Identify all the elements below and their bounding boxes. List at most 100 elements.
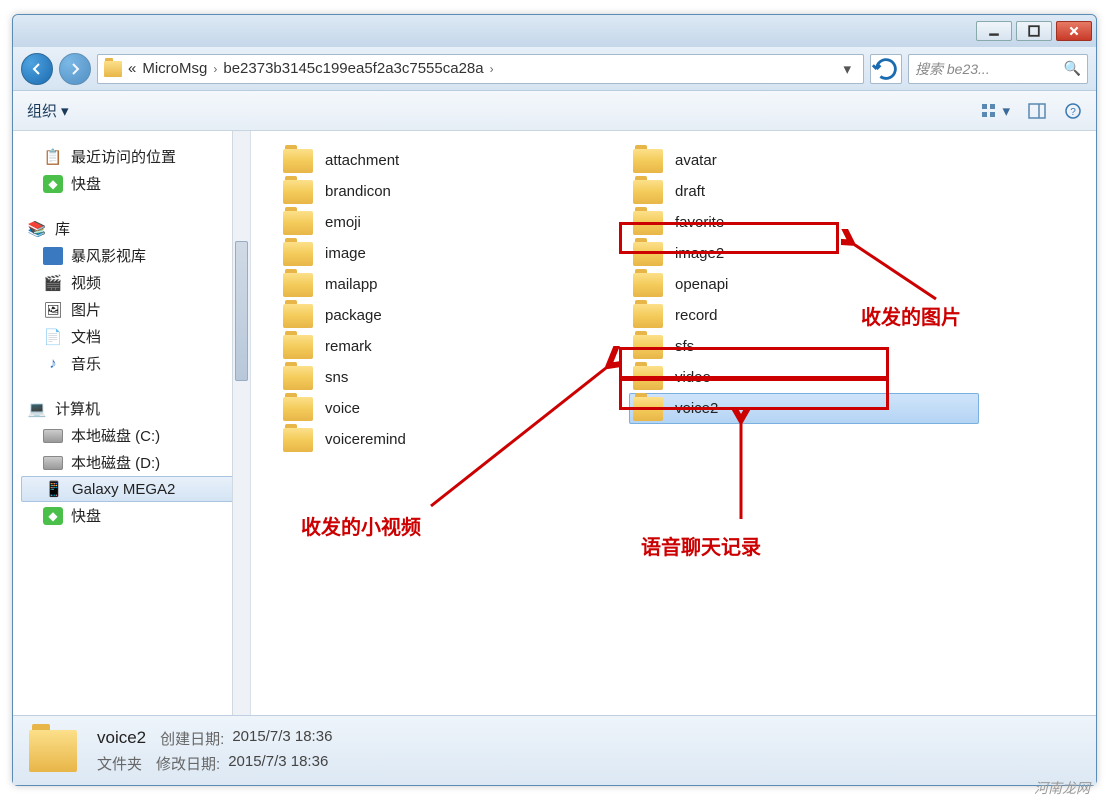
folder-label: sns <box>325 369 348 386</box>
music-icon: ♪ <box>43 355 63 373</box>
folder-voiceremind[interactable]: voiceremind <box>279 424 629 455</box>
sidebar-kuaipan-2[interactable]: ◆快盘 <box>21 502 250 529</box>
folder-label: mailapp <box>325 276 378 293</box>
folder-label: package <box>325 307 382 324</box>
sidebar-music[interactable]: ♪音乐 <box>21 350 250 377</box>
chevron-down-icon: ▾ <box>61 102 69 120</box>
folder-label: attachment <box>325 152 399 169</box>
sidebar-disk-c[interactable]: 本地磁盘 (C:) <box>21 422 250 449</box>
folder-image[interactable]: image <box>279 238 629 269</box>
kuaipan-icon: ◆ <box>43 175 63 193</box>
folder-icon <box>283 149 313 173</box>
folder-icon <box>633 397 663 421</box>
folder-video[interactable]: video <box>629 362 979 393</box>
help-button[interactable]: ? <box>1064 102 1082 120</box>
status-bar: voice2 创建日期: 2015/7/3 18:36 文件夹 修改日期: 20… <box>13 715 1096 785</box>
file-list: attachment brandicon emoji image mailapp pack… <box>251 131 1096 715</box>
folder-icon <box>283 366 313 390</box>
folder-icon <box>283 211 313 235</box>
folder-label: brandicon <box>325 183 391 200</box>
watermark: 河南龙网 <box>1034 778 1090 798</box>
folder-label: openapi <box>675 276 728 293</box>
disk-icon <box>43 429 63 443</box>
folder-label: remark <box>325 338 372 355</box>
status-modified-value: 2015/7/3 18:36 <box>228 753 328 774</box>
svg-text:?: ? <box>1070 107 1076 118</box>
folder-brandicon[interactable]: brandicon <box>279 176 629 207</box>
nav-forward-button[interactable] <box>59 53 91 85</box>
body: 📋最近访问的位置 ◆快盘 📚库 暴风影视库 🎬视频 🖼图片 📄文档 ♪音乐 💻计… <box>13 131 1096 715</box>
address-bar: « MicroMsg › be2373b3145c199ea5f2a3c7555… <box>13 47 1096 91</box>
organize-menu[interactable]: 组织 ▾ <box>27 100 69 121</box>
folder-voice2[interactable]: voice2 <box>629 393 979 424</box>
sidebar-videos[interactable]: 🎬视频 <box>21 269 250 296</box>
documents-icon: 📄 <box>43 328 63 346</box>
bc-part1[interactable]: MicroMsg <box>142 60 207 77</box>
sidebar-scrollbar[interactable] <box>232 131 250 715</box>
search-placeholder: 搜索 be23... <box>915 59 990 79</box>
folder-icon <box>633 335 663 359</box>
folder-favorite[interactable]: favorite <box>629 207 979 238</box>
sidebar-recent-places[interactable]: 📋最近访问的位置 <box>21 143 250 170</box>
navigation-pane: 📋最近访问的位置 ◆快盘 📚库 暴风影视库 🎬视频 🖼图片 📄文档 ♪音乐 💻计… <box>13 131 251 715</box>
sidebar-disk-d[interactable]: 本地磁盘 (D:) <box>21 449 250 476</box>
breadcrumb[interactable]: « MicroMsg › be2373b3145c199ea5f2a3c7555… <box>97 54 864 84</box>
address-dropdown[interactable]: ▾ <box>837 60 857 78</box>
folder-icon <box>104 61 122 77</box>
video-icon: 🎬 <box>43 274 63 292</box>
folder-mailapp[interactable]: mailapp <box>279 269 629 300</box>
recent-icon: 📋 <box>43 148 63 166</box>
folder-package[interactable]: package <box>279 300 629 331</box>
folder-label: favorite <box>675 214 724 231</box>
explorer-window: « MicroMsg › be2373b3145c199ea5f2a3c7555… <box>12 14 1097 786</box>
folder-emoji[interactable]: emoji <box>279 207 629 238</box>
folder-sns[interactable]: sns <box>279 362 629 393</box>
chevron-icon: › <box>490 62 494 76</box>
folder-icon <box>633 304 663 328</box>
device-icon: 📱 <box>44 480 64 498</box>
minimize-button[interactable] <box>976 21 1012 41</box>
folder-icon <box>633 242 663 266</box>
sidebar-documents[interactable]: 📄文档 <box>21 323 250 350</box>
folder-attachment[interactable]: attachment <box>279 145 629 176</box>
sidebar-libraries[interactable]: 📚库 <box>21 215 250 242</box>
disk-icon <box>43 456 63 470</box>
folder-icon <box>283 273 313 297</box>
titlebar <box>13 15 1096 47</box>
bc-part2[interactable]: be2373b3145c199ea5f2a3c7555ca28a <box>223 60 483 77</box>
folder-label: video <box>675 369 711 386</box>
library-icon: 📚 <box>27 220 47 238</box>
folder-openapi[interactable]: openapi <box>629 269 979 300</box>
folder-icon <box>283 242 313 266</box>
folder-remark[interactable]: remark <box>279 331 629 362</box>
folder-draft[interactable]: draft <box>629 176 979 207</box>
folder-icon <box>633 211 663 235</box>
sidebar-computer[interactable]: 💻计算机 <box>21 395 250 422</box>
sidebar-kuaipan[interactable]: ◆快盘 <box>21 170 250 197</box>
folder-label: record <box>675 307 718 324</box>
scrollbar-thumb[interactable] <box>235 241 248 381</box>
view-options-button[interactable]: ▾ <box>980 102 1010 120</box>
folder-record[interactable]: record <box>629 300 979 331</box>
folder-label: draft <box>675 183 705 200</box>
search-icon: 🔍 <box>1064 60 1081 77</box>
chevron-icon: › <box>213 62 217 76</box>
folder-voice[interactable]: voice <box>279 393 629 424</box>
folder-icon <box>283 335 313 359</box>
folder-sfs[interactable]: sfs <box>629 331 979 362</box>
folder-icon <box>283 180 313 204</box>
folder-avatar[interactable]: avatar <box>629 145 979 176</box>
sidebar-galaxy-device[interactable]: 📱Galaxy MEGA2 <box>21 476 250 502</box>
preview-pane-button[interactable] <box>1028 102 1046 120</box>
sidebar-pictures[interactable]: 🖼图片 <box>21 296 250 323</box>
close-button[interactable] <box>1056 21 1092 41</box>
maximize-button[interactable] <box>1016 21 1052 41</box>
organize-label: 组织 <box>27 100 57 121</box>
folder-icon <box>633 149 663 173</box>
nav-back-button[interactable] <box>21 53 53 85</box>
sidebar-baofeng[interactable]: 暴风影视库 <box>21 242 250 269</box>
search-input[interactable]: 搜索 be23... 🔍 <box>908 54 1088 84</box>
folder-label: image <box>325 245 366 262</box>
refresh-button[interactable] <box>870 54 902 84</box>
folder-image2[interactable]: image2 <box>629 238 979 269</box>
